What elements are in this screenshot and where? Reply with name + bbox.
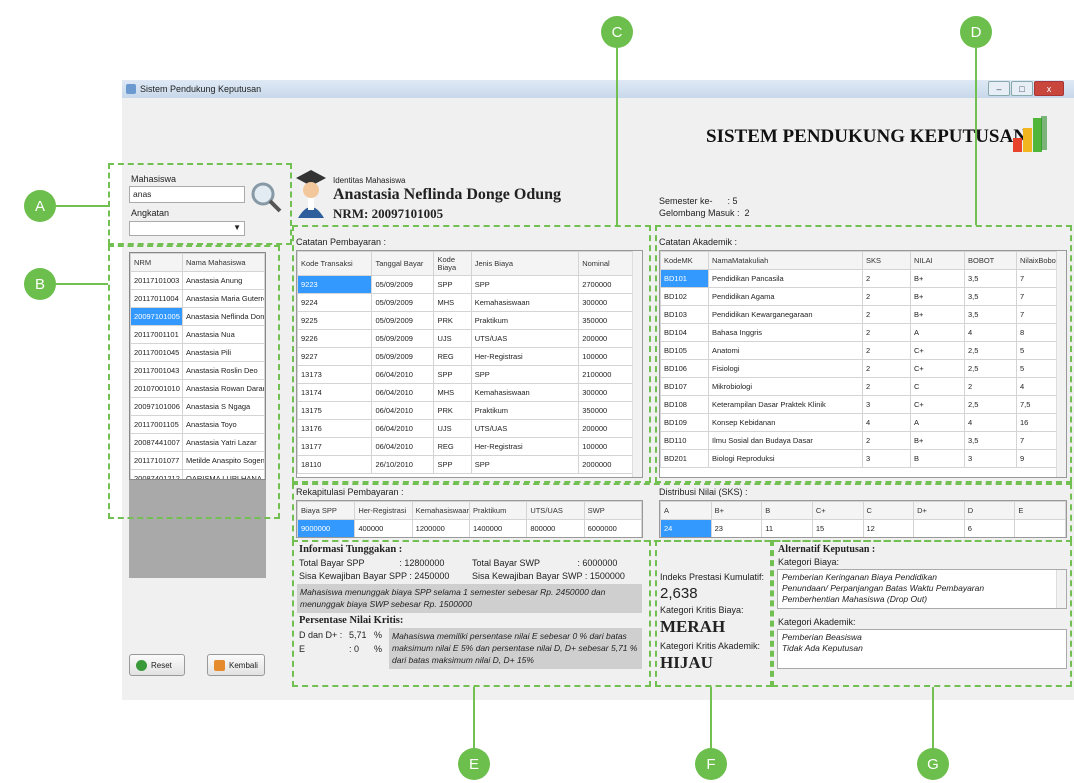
graduate-avatar-icon — [296, 170, 326, 218]
back-arrow-icon — [214, 659, 225, 671]
app-header-title: SISTEM PENDUKUNG KEPUTUSAN — [706, 126, 1027, 147]
app-icon — [126, 84, 136, 94]
callout-d: D — [960, 16, 992, 48]
callout-e: E — [458, 748, 490, 780]
callout-region-d — [655, 225, 1072, 483]
title-bar: Sistem Pendukung Keputusan — [122, 80, 1074, 98]
callout-line-d — [975, 48, 977, 225]
student-nrm: NRM: 20097101005 — [333, 206, 444, 221]
callout-line-a — [56, 205, 108, 207]
callout-b: B — [24, 268, 56, 300]
callout-a: A — [24, 190, 56, 222]
callout-region-g — [772, 540, 1072, 687]
reset-button[interactable]: Reset — [129, 654, 185, 676]
callout-line-c — [616, 48, 618, 225]
callout-region-a — [108, 163, 292, 245]
identity-label: Identitas Mahasiswa — [333, 176, 406, 185]
kembali-label: Kembali — [229, 660, 258, 670]
callout-line-b — [56, 283, 108, 285]
callout-region-c — [292, 225, 651, 483]
gelombang-info: Gelombang Masuk : 2 — [659, 208, 750, 218]
semester-info: Semester ke- : 5 — [659, 196, 738, 206]
reset-label: Reset — [151, 660, 172, 670]
callout-f: F — [695, 748, 727, 780]
minimize-button[interactable]: – — [988, 81, 1010, 96]
refresh-icon — [136, 659, 147, 671]
student-name: Anastasia Neflinda Donge Odung — [333, 186, 562, 203]
callout-region-b — [108, 245, 280, 519]
bar-chart-logo-icon — [1013, 116, 1047, 152]
callout-c: C — [601, 16, 633, 48]
callout-region-e — [292, 540, 651, 687]
kembali-button[interactable]: Kembali — [207, 654, 265, 676]
callout-region-f — [655, 540, 772, 687]
callout-g: G — [917, 748, 949, 780]
callout-region-rekap — [292, 483, 1072, 542]
maximize-button[interactable]: □ — [1011, 81, 1033, 96]
callout-line-f — [710, 687, 712, 751]
close-button[interactable]: x — [1034, 81, 1064, 96]
callout-line-g — [932, 687, 934, 751]
window-title: Sistem Pendukung Keputusan — [140, 84, 262, 94]
callout-line-e — [473, 687, 475, 751]
